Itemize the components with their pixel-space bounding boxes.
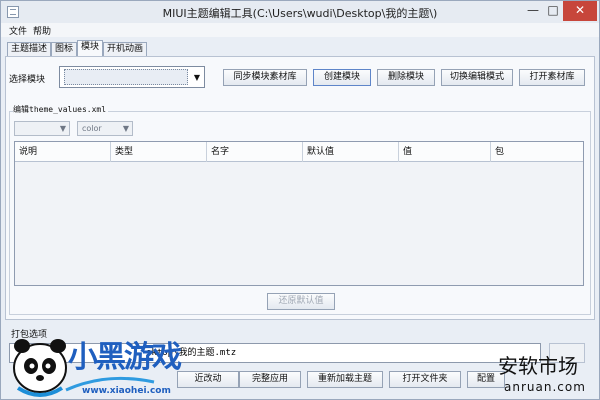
tab-boot-animation[interactable]: 开机动画 — [103, 42, 148, 57]
open-folder-button[interactable]: 打开文件夹 — [389, 371, 461, 388]
module-select-value — [64, 69, 188, 85]
xiaohei-url-text: www.xiaohei.com — [82, 386, 171, 396]
theme-values-table: 说明 类型 名字 默认值 值 包 — [14, 141, 584, 286]
filter-select-2[interactable]: color ▼ — [77, 121, 133, 136]
xiaohei-watermark: 小黑游戏 www.xiaohei.com — [0, 330, 200, 400]
module-select[interactable]: ▼ — [59, 66, 205, 88]
open-library-button[interactable]: 打开素材库 — [519, 69, 585, 86]
delete-module-button[interactable]: 删除模块 — [377, 69, 435, 86]
chevron-down-icon: ▼ — [193, 73, 200, 82]
anruan-watermark: 安软市场 anruan.com — [490, 350, 600, 400]
create-module-button[interactable]: 创建模块 — [313, 69, 371, 86]
tab-theme-description[interactable]: 主题描述 — [7, 42, 52, 57]
menu-help[interactable]: 帮助 — [33, 24, 51, 37]
table-header: 说明 类型 名字 默认值 值 包 — [15, 142, 583, 162]
restore-defaults-button[interactable]: 还原默认值 — [267, 293, 335, 310]
window-title: MIUI主题编辑工具(C:\Users\wudi\Desktop\我的主题\) — [162, 7, 438, 20]
tab-modules[interactable]: 模块 — [77, 40, 104, 57]
menu-file[interactable]: 文件 — [9, 24, 27, 37]
full-apply-button[interactable]: 完整应用 — [239, 371, 301, 388]
column-header-value[interactable]: 值 — [399, 142, 491, 162]
sync-module-library-button[interactable]: 同步模块素材库 — [223, 69, 307, 86]
column-header-name[interactable]: 名字 — [207, 142, 303, 162]
editor-group-title: 编辑theme_values.xml — [13, 104, 109, 115]
column-header-description[interactable]: 说明 — [15, 142, 111, 162]
filter-select-2-value: color — [82, 124, 102, 133]
column-header-default[interactable]: 默认值 — [303, 142, 399, 162]
column-header-type[interactable]: 类型 — [111, 142, 207, 162]
column-header-package[interactable]: 包 — [491, 142, 583, 162]
anruan-url-text: anruan.com — [504, 380, 586, 394]
menu-bar: 文件 帮助 — [1, 23, 599, 37]
close-button[interactable]: ✕ — [563, 1, 597, 21]
toggle-edit-mode-button[interactable]: 切换编辑模式 — [441, 69, 513, 86]
maximize-button[interactable]: □ — [543, 1, 563, 21]
reload-theme-button[interactable]: 重新加载主题 — [307, 371, 383, 388]
filter-select-1[interactable]: ▼ — [14, 121, 70, 136]
anruan-brand-text: 安软市场 — [498, 354, 578, 378]
tab-icons[interactable]: 图标 — [51, 42, 78, 57]
tab-strip: 主题描述 图标 模块 开机动画 — [1, 39, 599, 57]
title-bar: MIUI主题编辑工具(C:\Users\wudi\Desktop\我的主题\) … — [1, 1, 599, 23]
minimize-button[interactable]: — — [523, 1, 543, 21]
chevron-down-icon: ▼ — [59, 124, 66, 133]
chevron-down-icon: ▼ — [122, 124, 129, 133]
select-module-label: 选择模块 — [9, 75, 46, 85]
xiaohei-brand-text: 小黑游戏 — [68, 340, 182, 375]
